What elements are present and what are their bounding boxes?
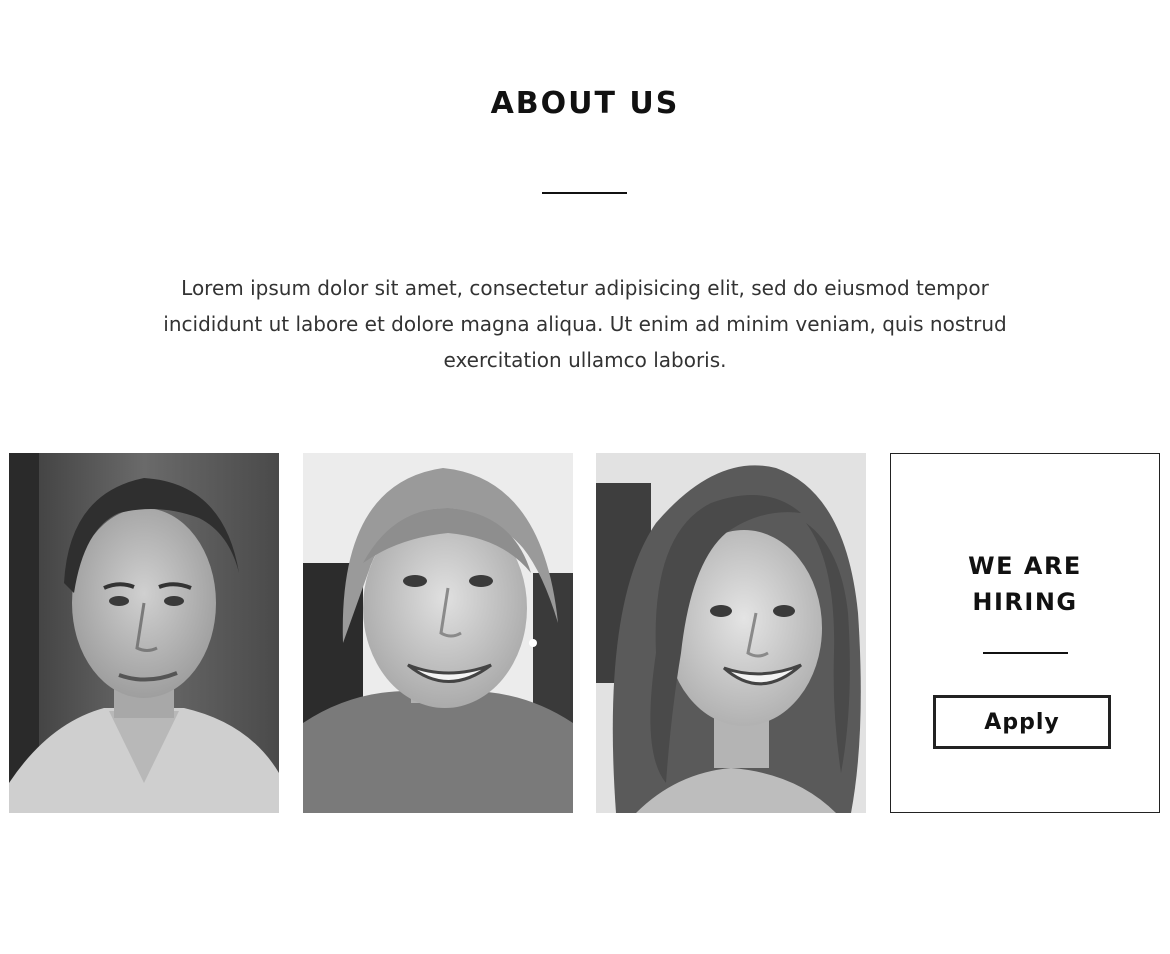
intro-text: Lorem ipsum dolor sit amet, consectetur … [163, 276, 1007, 372]
hiring-divider [983, 652, 1068, 654]
page-title: ABOUT US [490, 86, 680, 121]
hiring-title-line1: WE ARE [968, 552, 1082, 580]
hiring-title: WE ARE HIRING [891, 548, 1159, 620]
team-photo-2 [303, 453, 573, 813]
woman-brunette-portrait-image [596, 453, 866, 813]
title-divider [542, 192, 627, 194]
hiring-title-line2: HIRING [972, 588, 1078, 616]
woman-blonde-portrait-image [303, 453, 573, 813]
team-photo-3 [596, 453, 866, 813]
team-photo-1 [9, 453, 279, 813]
hiring-card: WE ARE HIRING Apply [890, 453, 1160, 813]
man-portrait-image [9, 453, 279, 813]
apply-button[interactable]: Apply [933, 695, 1111, 749]
